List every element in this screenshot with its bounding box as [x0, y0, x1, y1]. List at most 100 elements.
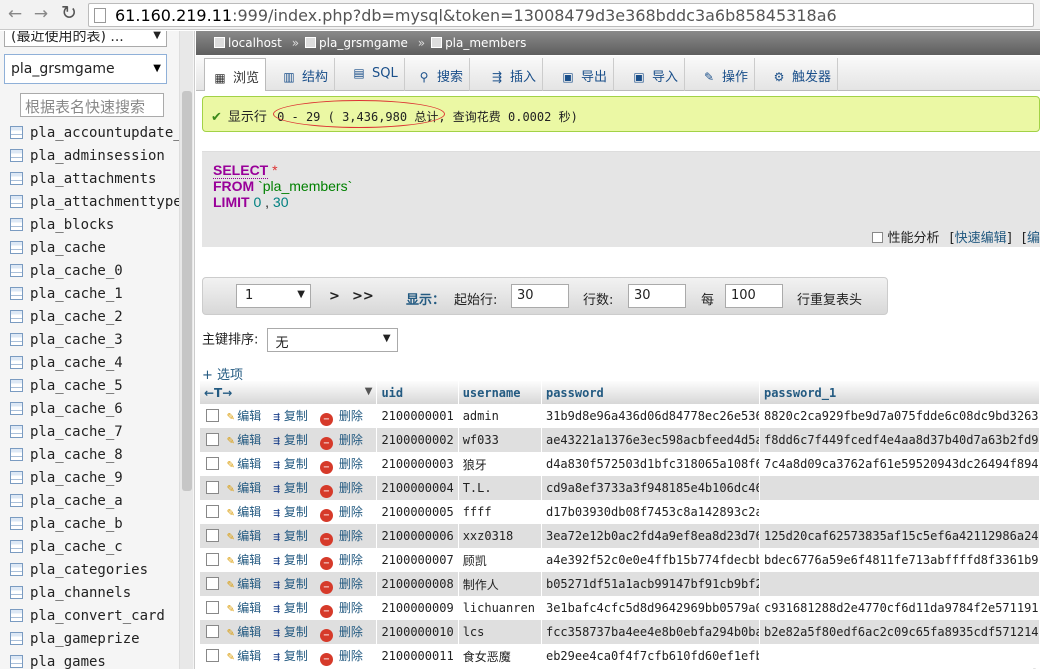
edit-link[interactable]: 编辑 — [237, 625, 261, 639]
sidebar-table-item[interactable]: pla_accountupdate_l — [10, 122, 180, 145]
cell-username[interactable]: T.L. — [458, 476, 542, 500]
sidebar-table-item[interactable]: pla_adminsession — [10, 145, 180, 168]
sidebar-table-item[interactable]: pla_games — [10, 651, 180, 669]
delete-icon[interactable]: − — [319, 460, 333, 474]
cell-password[interactable]: d17b03930db08f7453c8a142893c2aaa — [541, 500, 760, 524]
table-name[interactable]: pla_cache_c — [30, 539, 123, 555]
sidebar-table-item[interactable]: pla_cache_6 — [10, 398, 180, 421]
sidebar-table-item[interactable]: pla_cache_b — [10, 513, 180, 536]
edit-link[interactable]: 编辑 — [237, 601, 261, 615]
sidebar-table-item[interactable]: pla_cache_3 — [10, 329, 180, 352]
recent-tables-select[interactable]: (最近使用的表) ... ▼ — [4, 31, 167, 47]
copy-icon[interactable]: ⇶ — [273, 506, 280, 519]
delete-icon[interactable]: − — [319, 652, 333, 666]
cell-password-1[interactable] — [759, 500, 1040, 524]
cell-username[interactable]: admin — [458, 404, 542, 428]
table-name[interactable]: pla_cache_a — [30, 493, 123, 509]
copy-link[interactable]: 复制 — [284, 601, 308, 615]
column-header-uid[interactable]: uid — [376, 381, 459, 404]
table-name[interactable]: pla_cache — [30, 240, 106, 256]
last-button[interactable]: >> — [352, 289, 374, 304]
sidebar-table-item[interactable]: pla_cache — [10, 237, 180, 260]
cell-uid[interactable]: 2100000010 — [376, 620, 459, 644]
pencil-icon[interactable]: ✎ — [227, 649, 234, 663]
delete-link[interactable]: 删除 — [339, 625, 363, 639]
tab-triggers[interactable]: ⚙ 触发器 — [764, 58, 839, 91]
pencil-icon[interactable]: ✎ — [227, 553, 234, 567]
table-name[interactable]: pla_categories — [30, 562, 148, 578]
copy-link[interactable]: 复制 — [284, 457, 308, 471]
delete-icon[interactable]: − — [319, 436, 333, 450]
pencil-icon[interactable]: ✎ — [227, 577, 234, 591]
delete-link[interactable]: 删除 — [339, 577, 363, 591]
sidebar-table-item[interactable]: pla_cache_5 — [10, 375, 180, 398]
sidebar-table-item[interactable]: pla_cache_0 — [10, 260, 180, 283]
column-header-username[interactable]: username — [458, 381, 542, 404]
copy-icon[interactable]: ⇶ — [273, 602, 280, 615]
copy-icon[interactable]: ⇶ — [273, 578, 280, 591]
reload-icon[interactable]: ↻ — [58, 2, 80, 24]
delete-icon[interactable]: − — [319, 532, 333, 546]
cell-uid[interactable]: 2100000008 — [376, 572, 459, 596]
tab-operations[interactable]: ✎ 操作 — [694, 58, 756, 91]
profiling-checkbox[interactable] — [872, 232, 884, 243]
table-name[interactable]: pla_games — [30, 654, 106, 669]
start-row-input[interactable]: 30 — [511, 284, 569, 308]
sidebar-table-item[interactable]: pla_channels — [10, 582, 180, 605]
table-name[interactable]: pla_cache_6 — [30, 401, 123, 417]
sidebar-scrollbar[interactable] — [179, 31, 193, 669]
cell-uid[interactable]: 2100000007 — [376, 548, 459, 572]
copy-icon[interactable]: ⇶ — [273, 482, 280, 495]
database-select[interactable]: pla_grsmgame ▼ — [4, 54, 167, 84]
cell-uid[interactable]: 2100000006 — [376, 524, 459, 548]
delete-link[interactable]: 删除 — [339, 553, 363, 567]
delete-link[interactable]: 删除 — [339, 457, 363, 471]
cell-password-1[interactable]: bdec6776a59e6f4811fe713abffffd8f3361b973 — [759, 548, 1040, 572]
row-checkbox[interactable] — [206, 504, 219, 518]
tab-browse[interactable]: ▦ 浏览 — [204, 58, 267, 91]
delete-link[interactable]: 删除 — [339, 409, 363, 423]
delete-link[interactable]: 删除 — [339, 649, 363, 663]
cell-password[interactable]: ae43221a1376e3ec598acbfeed4d5ab0 — [541, 428, 760, 452]
copy-icon[interactable]: ⇶ — [273, 554, 280, 567]
cell-username[interactable]: 制作人 — [458, 572, 542, 596]
inline-edit-link[interactable]: 快速编辑 — [955, 231, 1007, 246]
copy-icon[interactable]: ⇶ — [273, 626, 280, 639]
edit-link[interactable]: 编辑 — [237, 553, 261, 567]
rows-input[interactable]: 30 — [628, 284, 686, 308]
pencil-icon[interactable]: ✎ — [227, 457, 234, 471]
row-checkbox[interactable] — [206, 552, 219, 566]
pencil-icon[interactable]: ✎ — [227, 433, 234, 447]
sidebar-table-item[interactable]: pla_blocks — [10, 214, 180, 237]
table-name[interactable]: pla_accountupdate_l — [30, 125, 180, 141]
cell-password[interactable]: 3ea72e12b0ac2fd4a9ef8ea8d23d7660 — [541, 524, 760, 548]
cell-password[interactable]: 31b9d8e96a436d06d84778ec26e5361e — [541, 404, 760, 428]
sort-key-select[interactable]: 无 ▼ — [266, 328, 398, 352]
cell-username[interactable]: lichuanren — [458, 596, 542, 620]
row-checkbox[interactable] — [206, 624, 219, 638]
tab-sql[interactable]: ▤ SQL — [344, 58, 405, 91]
edit-link[interactable]: 编辑 — [237, 505, 261, 519]
delete-link[interactable]: 删除 — [339, 601, 363, 615]
table-name[interactable]: pla_gameprize — [30, 631, 140, 647]
forward-icon[interactable]: → — [30, 4, 52, 24]
cell-password-1[interactable]: b2e82a5f80edf6ac2c09c65fa8935cdf5712141e — [759, 620, 1040, 644]
delete-icon[interactable]: − — [319, 508, 333, 522]
scrollbar-thumb[interactable] — [182, 91, 192, 491]
edit-link[interactable]: 编辑 — [237, 457, 261, 471]
edit-link[interactable]: 编辑 — [237, 409, 261, 423]
sidebar-table-item[interactable]: pla_cache_4 — [10, 352, 180, 375]
tab-search[interactable]: ⚲ 搜索 — [409, 58, 471, 91]
edit-link[interactable]: 编辑 — [237, 481, 261, 495]
cell-username[interactable]: xxz0318 — [458, 524, 542, 548]
column-header-password[interactable]: password — [541, 381, 760, 404]
pencil-icon[interactable]: ✎ — [227, 625, 234, 639]
cell-uid[interactable]: 2100000009 — [376, 596, 459, 620]
delete-icon[interactable]: − — [319, 580, 333, 594]
copy-link[interactable]: 复制 — [284, 649, 308, 663]
copy-link[interactable]: 复制 — [284, 529, 308, 543]
row-checkbox[interactable] — [206, 432, 219, 446]
table-name[interactable]: pla_attachments — [30, 171, 156, 187]
chevron-down-icon[interactable]: ▼ — [365, 386, 373, 397]
row-checkbox[interactable] — [206, 600, 219, 614]
